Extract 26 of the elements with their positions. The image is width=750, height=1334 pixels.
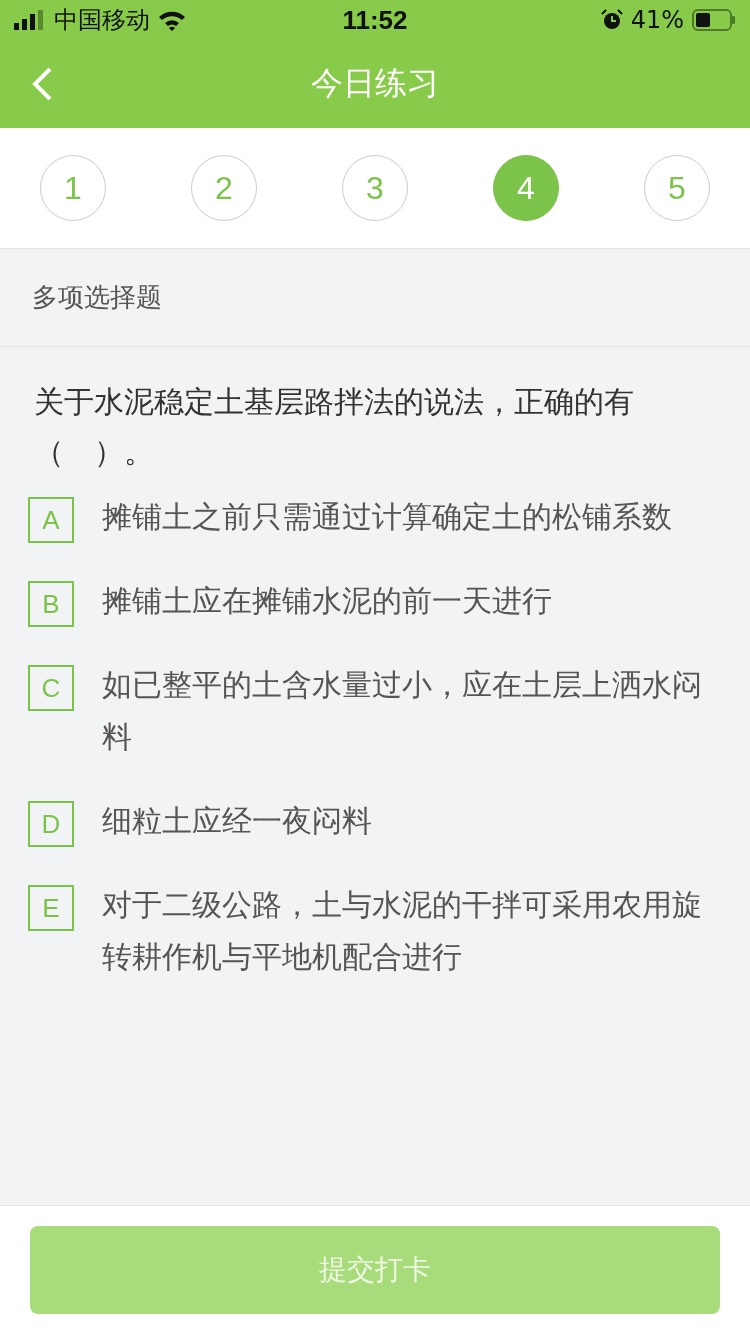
battery-icon [692,9,736,31]
question-number[interactable]: 1 [40,155,106,221]
option-text[interactable]: 对于二级公路，土与水泥的干拌可采用农用旋转耕作机与平地机配合进行 [102,879,714,983]
option-letter[interactable]: C [28,665,74,711]
option-text[interactable]: 细粒土应经一夜闷料 [102,795,714,847]
page-title: 今日练习 [311,63,439,104]
question-number[interactable]: 5 [644,155,710,221]
option-letter[interactable]: A [28,497,74,543]
option-text[interactable]: 摊铺土应在摊铺水泥的前一天进行 [102,575,714,627]
carrier-name: 中国移动 [54,5,150,36]
alarm-icon [600,9,623,31]
option-letter[interactable]: B [28,581,74,627]
option-letter[interactable]: E [28,885,74,931]
option-letter[interactable]: D [28,801,74,847]
option-text[interactable]: 如已整平的土含水量过小，应在土层上洒水闷料 [102,659,714,763]
question-number[interactable]: 2 [191,155,257,221]
clock-time: 11:52 [342,4,408,36]
back-icon [30,66,54,102]
section-heading: 多项选择题 [32,281,162,314]
battery-percent: 41% [630,6,684,34]
question-text: 关于水泥稳定土基层路拌法的说法，正确的有（ ）。 [34,383,635,471]
wifi-icon [158,9,186,31]
option-text[interactable]: 摊铺土之前只需通过计算确定土的松铺系数 [102,491,714,543]
signal-icon [14,10,46,30]
question-number[interactable]: 3 [342,155,408,221]
question-number[interactable]: 4 [493,155,559,221]
